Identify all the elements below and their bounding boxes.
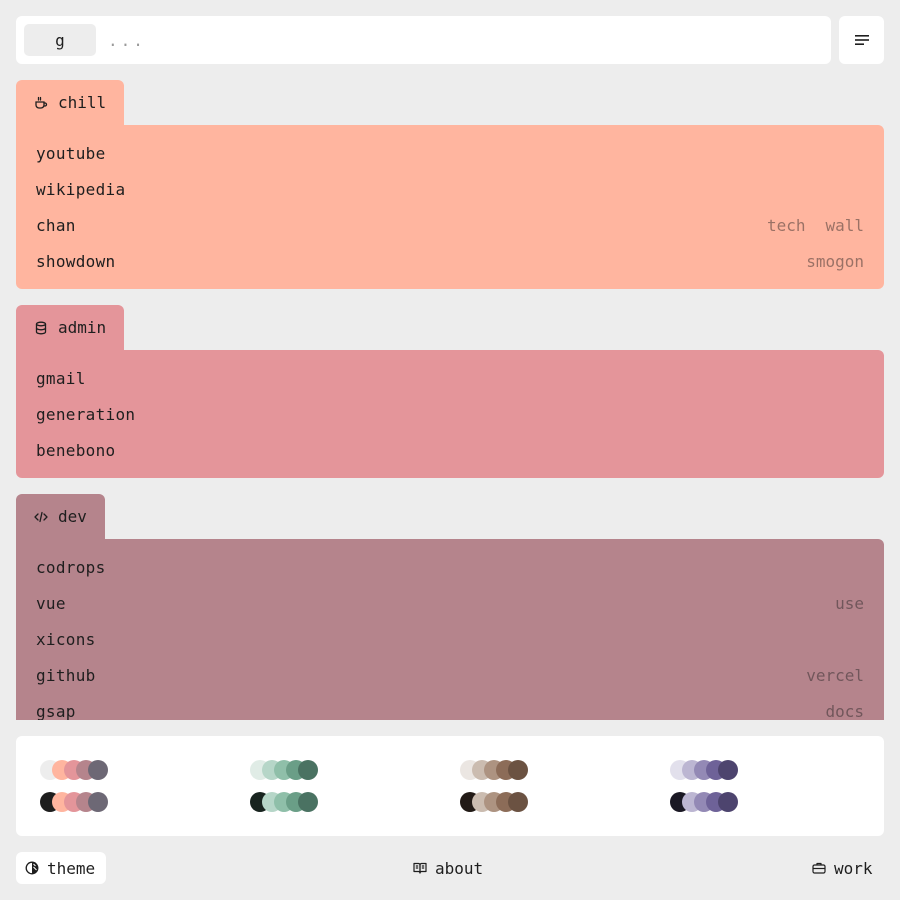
sub-links: tech wall bbox=[767, 216, 864, 235]
sub-links: smogon bbox=[806, 252, 864, 271]
link-chan[interactable]: chan bbox=[36, 216, 76, 235]
search-engine-key[interactable]: g bbox=[24, 24, 96, 56]
palette-swatch bbox=[508, 760, 528, 780]
group-body: codrops vue use xicons github vercel gsa… bbox=[16, 539, 884, 720]
about-button[interactable]: about bbox=[413, 852, 483, 884]
group-title: dev bbox=[58, 507, 87, 526]
tab-chill[interactable]: chill bbox=[16, 80, 125, 125]
sublink-tech[interactable]: tech bbox=[767, 216, 806, 235]
group-title: admin bbox=[58, 318, 107, 337]
link-row: generation bbox=[36, 396, 864, 432]
palette-1-light[interactable] bbox=[40, 760, 120, 780]
link-row: benebono bbox=[36, 432, 864, 468]
link-gsap[interactable]: gsap bbox=[36, 702, 76, 721]
briefcase-icon bbox=[812, 861, 826, 875]
palette-4-dark[interactable] bbox=[670, 792, 750, 812]
sub-links: use bbox=[835, 594, 864, 613]
link-row: chan tech wall bbox=[36, 207, 864, 243]
work-button[interactable]: work bbox=[812, 852, 873, 884]
palette-swatch bbox=[88, 760, 108, 780]
sublink-vercel[interactable]: vercel bbox=[806, 666, 864, 685]
link-row: showdown smogon bbox=[36, 243, 864, 279]
link-groups: chill youtube wikipedia chan tech wall s… bbox=[16, 80, 884, 720]
palette-panel bbox=[16, 736, 884, 836]
palette-2-light[interactable] bbox=[250, 760, 330, 780]
link-benebono[interactable]: benebono bbox=[36, 441, 115, 460]
group-dev: dev codrops vue use xicons github vercel bbox=[16, 494, 884, 720]
palette-2-dark[interactable] bbox=[250, 792, 330, 812]
sublink-use[interactable]: use bbox=[835, 594, 864, 613]
palette-swatch bbox=[88, 792, 108, 812]
palette-3-dark[interactable] bbox=[460, 792, 540, 812]
group-chill: chill youtube wikipedia chan tech wall s… bbox=[16, 80, 884, 289]
link-codrops[interactable]: codrops bbox=[36, 558, 106, 577]
palette-swatch bbox=[718, 760, 738, 780]
code-icon bbox=[34, 510, 48, 524]
link-wikipedia[interactable]: wikipedia bbox=[36, 180, 125, 199]
link-gmail[interactable]: gmail bbox=[36, 369, 86, 388]
book-icon bbox=[413, 861, 427, 875]
group-body: gmail generation benebono bbox=[16, 350, 884, 478]
tab-admin[interactable]: admin bbox=[16, 305, 125, 350]
palette-swatch bbox=[298, 792, 318, 812]
about-label: about bbox=[435, 858, 484, 878]
theme-label: theme bbox=[47, 858, 96, 878]
link-row: codrops bbox=[36, 549, 864, 585]
sublink-docs[interactable]: docs bbox=[825, 702, 864, 721]
link-github[interactable]: github bbox=[36, 666, 96, 685]
theme-button[interactable]: theme bbox=[16, 852, 106, 884]
link-row: gsap docs bbox=[36, 693, 864, 721]
work-label: work bbox=[834, 858, 873, 878]
group-admin: admin gmail generation benebono bbox=[16, 305, 884, 478]
link-row: wikipedia bbox=[36, 171, 864, 207]
tab-dev[interactable]: dev bbox=[16, 494, 105, 539]
search-bar: g bbox=[16, 16, 831, 64]
search-input[interactable] bbox=[108, 24, 831, 56]
coffee-cup-icon bbox=[34, 96, 48, 110]
palette-1-dark[interactable] bbox=[40, 792, 120, 812]
link-row: gmail bbox=[36, 360, 864, 396]
sub-links: docs bbox=[825, 702, 864, 721]
link-row: youtube bbox=[36, 135, 864, 171]
database-icon bbox=[34, 321, 48, 335]
menu-lines-icon bbox=[854, 33, 870, 47]
link-xicons[interactable]: xicons bbox=[36, 630, 96, 649]
sub-links: vercel bbox=[806, 666, 864, 685]
palette-swatch bbox=[298, 760, 318, 780]
palette-swatch bbox=[718, 792, 738, 812]
contrast-icon bbox=[25, 861, 39, 875]
group-body: youtube wikipedia chan tech wall showdow… bbox=[16, 125, 884, 289]
link-row: xicons bbox=[36, 621, 864, 657]
link-vue[interactable]: vue bbox=[36, 594, 66, 613]
group-title: chill bbox=[58, 93, 107, 112]
link-row: github vercel bbox=[36, 657, 864, 693]
sublink-smogon[interactable]: smogon bbox=[806, 252, 864, 271]
palette-swatch bbox=[508, 792, 528, 812]
link-youtube[interactable]: youtube bbox=[36, 144, 106, 163]
palette-4-light[interactable] bbox=[670, 760, 750, 780]
sublink-wall[interactable]: wall bbox=[825, 216, 864, 235]
link-generation[interactable]: generation bbox=[36, 405, 135, 424]
link-showdown[interactable]: showdown bbox=[36, 252, 115, 271]
menu-button[interactable] bbox=[839, 16, 884, 64]
link-row: vue use bbox=[36, 585, 864, 621]
palette-3-light[interactable] bbox=[460, 760, 540, 780]
